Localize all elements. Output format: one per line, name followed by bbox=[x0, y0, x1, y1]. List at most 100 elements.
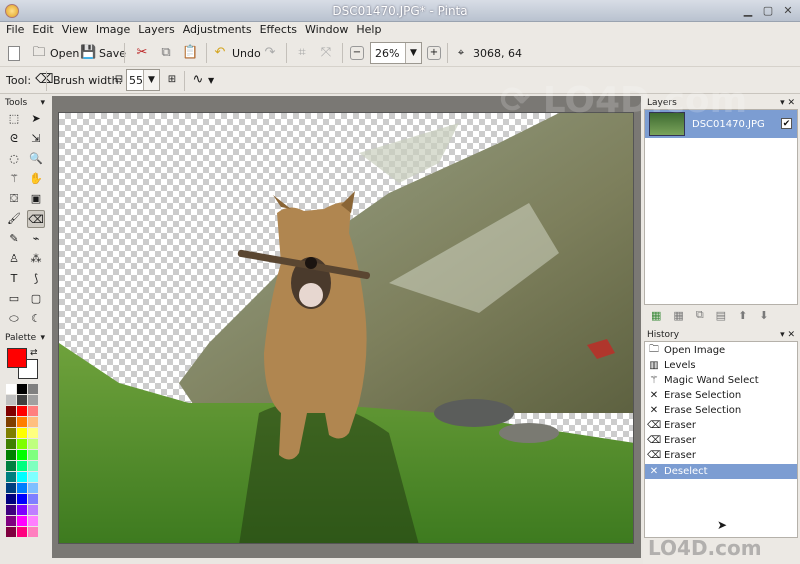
palette-swatch[interactable] bbox=[28, 406, 38, 416]
minimize-button[interactable]: ▁ bbox=[740, 3, 756, 19]
add-layer-icon[interactable]: ▦ bbox=[651, 309, 661, 322]
new-button[interactable] bbox=[8, 42, 20, 64]
palette-swatch[interactable] bbox=[28, 439, 38, 449]
pan-tool[interactable]: ✋ bbox=[27, 170, 45, 188]
palette-swatch[interactable] bbox=[6, 384, 16, 394]
palette-swatch[interactable] bbox=[17, 505, 27, 515]
move-layer-down-icon[interactable]: ⬇ bbox=[759, 309, 768, 322]
history-item[interactable]: ▥ Levels bbox=[645, 358, 797, 373]
chevron-down-icon[interactable]: ▼ bbox=[405, 43, 421, 63]
palette-swatch[interactable] bbox=[17, 384, 27, 394]
palette-swatch[interactable] bbox=[28, 417, 38, 427]
history-item[interactable]: ⌫ Eraser bbox=[645, 448, 797, 463]
text-tool[interactable]: T bbox=[5, 270, 23, 288]
palette-swatch[interactable] bbox=[28, 483, 38, 493]
redo-button[interactable]: ↷ bbox=[262, 42, 278, 64]
palette-swatch[interactable] bbox=[6, 527, 16, 537]
layer-visibility-checkbox[interactable]: ✔ bbox=[781, 118, 792, 129]
palette-swatch[interactable] bbox=[17, 439, 27, 449]
menu-window[interactable]: Window bbox=[301, 22, 352, 36]
duplicate-layer-icon[interactable]: ⧉ bbox=[696, 308, 704, 322]
color-picker-tool[interactable]: ⌁ bbox=[27, 230, 45, 248]
history-item[interactable]: ⌫ Eraser bbox=[645, 433, 797, 448]
menu-adjustments[interactable]: Adjustments bbox=[179, 22, 256, 36]
menu-view[interactable]: View bbox=[58, 22, 92, 36]
history-item[interactable]: ⚚ Magic Wand Select bbox=[645, 373, 797, 388]
brush-width-combo[interactable]: 55 ▼ bbox=[126, 69, 160, 91]
clone-stamp-tool[interactable]: ♙ bbox=[5, 250, 23, 268]
palette-swatch[interactable] bbox=[6, 439, 16, 449]
rectangle-select-tool[interactable]: ⬚ bbox=[5, 110, 23, 128]
brush-width-increase-button[interactable]: ⊞ bbox=[164, 69, 180, 91]
palette-swatch[interactable] bbox=[17, 417, 27, 427]
rounded-rectangle-tool[interactable]: ▢ bbox=[27, 290, 45, 308]
line-curve-tool[interactable]: ⟆ bbox=[27, 270, 45, 288]
palette-swatch[interactable] bbox=[6, 461, 16, 471]
palette-swatch[interactable] bbox=[17, 450, 27, 460]
rectangle-tool[interactable]: ▭ bbox=[5, 290, 23, 308]
zoom-combo[interactable]: 26% ▼ bbox=[370, 42, 422, 64]
palette-swatch[interactable] bbox=[17, 483, 27, 493]
palette-swatch[interactable] bbox=[6, 450, 16, 460]
palette-swatch[interactable] bbox=[6, 406, 16, 416]
palette-swatch[interactable] bbox=[17, 406, 27, 416]
palette-swatch[interactable] bbox=[6, 483, 16, 493]
gradient-tool[interactable]: ▣ bbox=[27, 190, 45, 208]
palette-swatch[interactable] bbox=[28, 461, 38, 471]
history-item[interactable]: 🗀 Open Image bbox=[645, 343, 797, 358]
primary-color-swatch[interactable] bbox=[7, 348, 27, 368]
menu-image[interactable]: Image bbox=[92, 22, 134, 36]
panel-menu-icon[interactable]: ▾ bbox=[40, 331, 45, 345]
panel-close-icon[interactable]: ▾ ✕ bbox=[780, 96, 795, 110]
undo-button[interactable]: ↶ Undo bbox=[212, 42, 261, 64]
palette-swatch[interactable] bbox=[28, 395, 38, 405]
zoom-tool[interactable]: 🔍 bbox=[27, 150, 45, 168]
close-button[interactable]: ✕ bbox=[780, 3, 796, 19]
ellipse-select-tool[interactable]: ◌ bbox=[5, 150, 23, 168]
open-button[interactable]: 🗀 Open bbox=[31, 42, 79, 64]
paint-bucket-tool[interactable]: ⛋ bbox=[5, 190, 23, 208]
history-item[interactable]: ⌫ Eraser bbox=[645, 418, 797, 433]
copy-button[interactable]: ⧉ bbox=[158, 42, 174, 64]
eraser-tool[interactable]: ⌫ bbox=[27, 210, 45, 228]
menu-file[interactable]: File bbox=[2, 22, 28, 36]
palette-swatch[interactable] bbox=[28, 494, 38, 504]
panel-menu-icon[interactable]: ▾ bbox=[40, 96, 45, 110]
palette-swatch[interactable] bbox=[28, 527, 38, 537]
deselect-button[interactable]: ⤧ bbox=[318, 42, 334, 64]
palette-swatch[interactable] bbox=[17, 395, 27, 405]
menu-layers[interactable]: Layers bbox=[134, 22, 178, 36]
palette-swatch[interactable] bbox=[6, 428, 16, 438]
palette-swatch[interactable] bbox=[6, 505, 16, 515]
palette-swatch[interactable] bbox=[17, 527, 27, 537]
palette-swatch[interactable] bbox=[6, 472, 16, 482]
merge-layer-icon[interactable]: ▤ bbox=[716, 309, 726, 322]
palette-swatch[interactable] bbox=[6, 516, 16, 526]
zoom-in-button[interactable]: + bbox=[427, 42, 441, 64]
palette-swatch[interactable] bbox=[28, 472, 38, 482]
pencil-tool[interactable]: ✎ bbox=[5, 230, 23, 248]
brush-width-decrease-button[interactable]: ⊟ bbox=[111, 69, 127, 91]
move-layer-up-icon[interactable]: ⬆ bbox=[738, 309, 747, 322]
palette-swatch[interactable] bbox=[6, 395, 16, 405]
cut-button[interactable]: ✂ bbox=[134, 42, 150, 64]
palette-swatch[interactable] bbox=[17, 428, 27, 438]
palette-swatch[interactable] bbox=[28, 428, 38, 438]
palette-swatch[interactable] bbox=[6, 417, 16, 427]
maximize-button[interactable]: ▢ bbox=[760, 3, 776, 19]
lasso-select-tool[interactable]: ᘓ bbox=[5, 130, 23, 148]
ellipse-tool[interactable]: ⬭ bbox=[5, 310, 23, 328]
menu-edit[interactable]: Edit bbox=[28, 22, 57, 36]
palette-swatch[interactable] bbox=[28, 450, 38, 460]
zoom-out-button[interactable]: − bbox=[350, 42, 364, 64]
antialiasing-dropdown[interactable]: ∿ ▼ bbox=[190, 69, 215, 91]
paintbrush-tool[interactable]: 🖌 bbox=[5, 210, 23, 228]
palette-swatch[interactable] bbox=[17, 461, 27, 471]
palette-swatch[interactable] bbox=[17, 472, 27, 482]
crop-button[interactable]: ⌗ bbox=[294, 42, 310, 64]
palette-swatch[interactable] bbox=[17, 516, 27, 526]
move-selected-tool[interactable]: ➤ bbox=[27, 110, 45, 128]
freeform-shape-tool[interactable]: ☾ bbox=[27, 310, 45, 328]
image-canvas[interactable] bbox=[58, 112, 634, 544]
move-selection-tool[interactable]: ⇲ bbox=[27, 130, 45, 148]
